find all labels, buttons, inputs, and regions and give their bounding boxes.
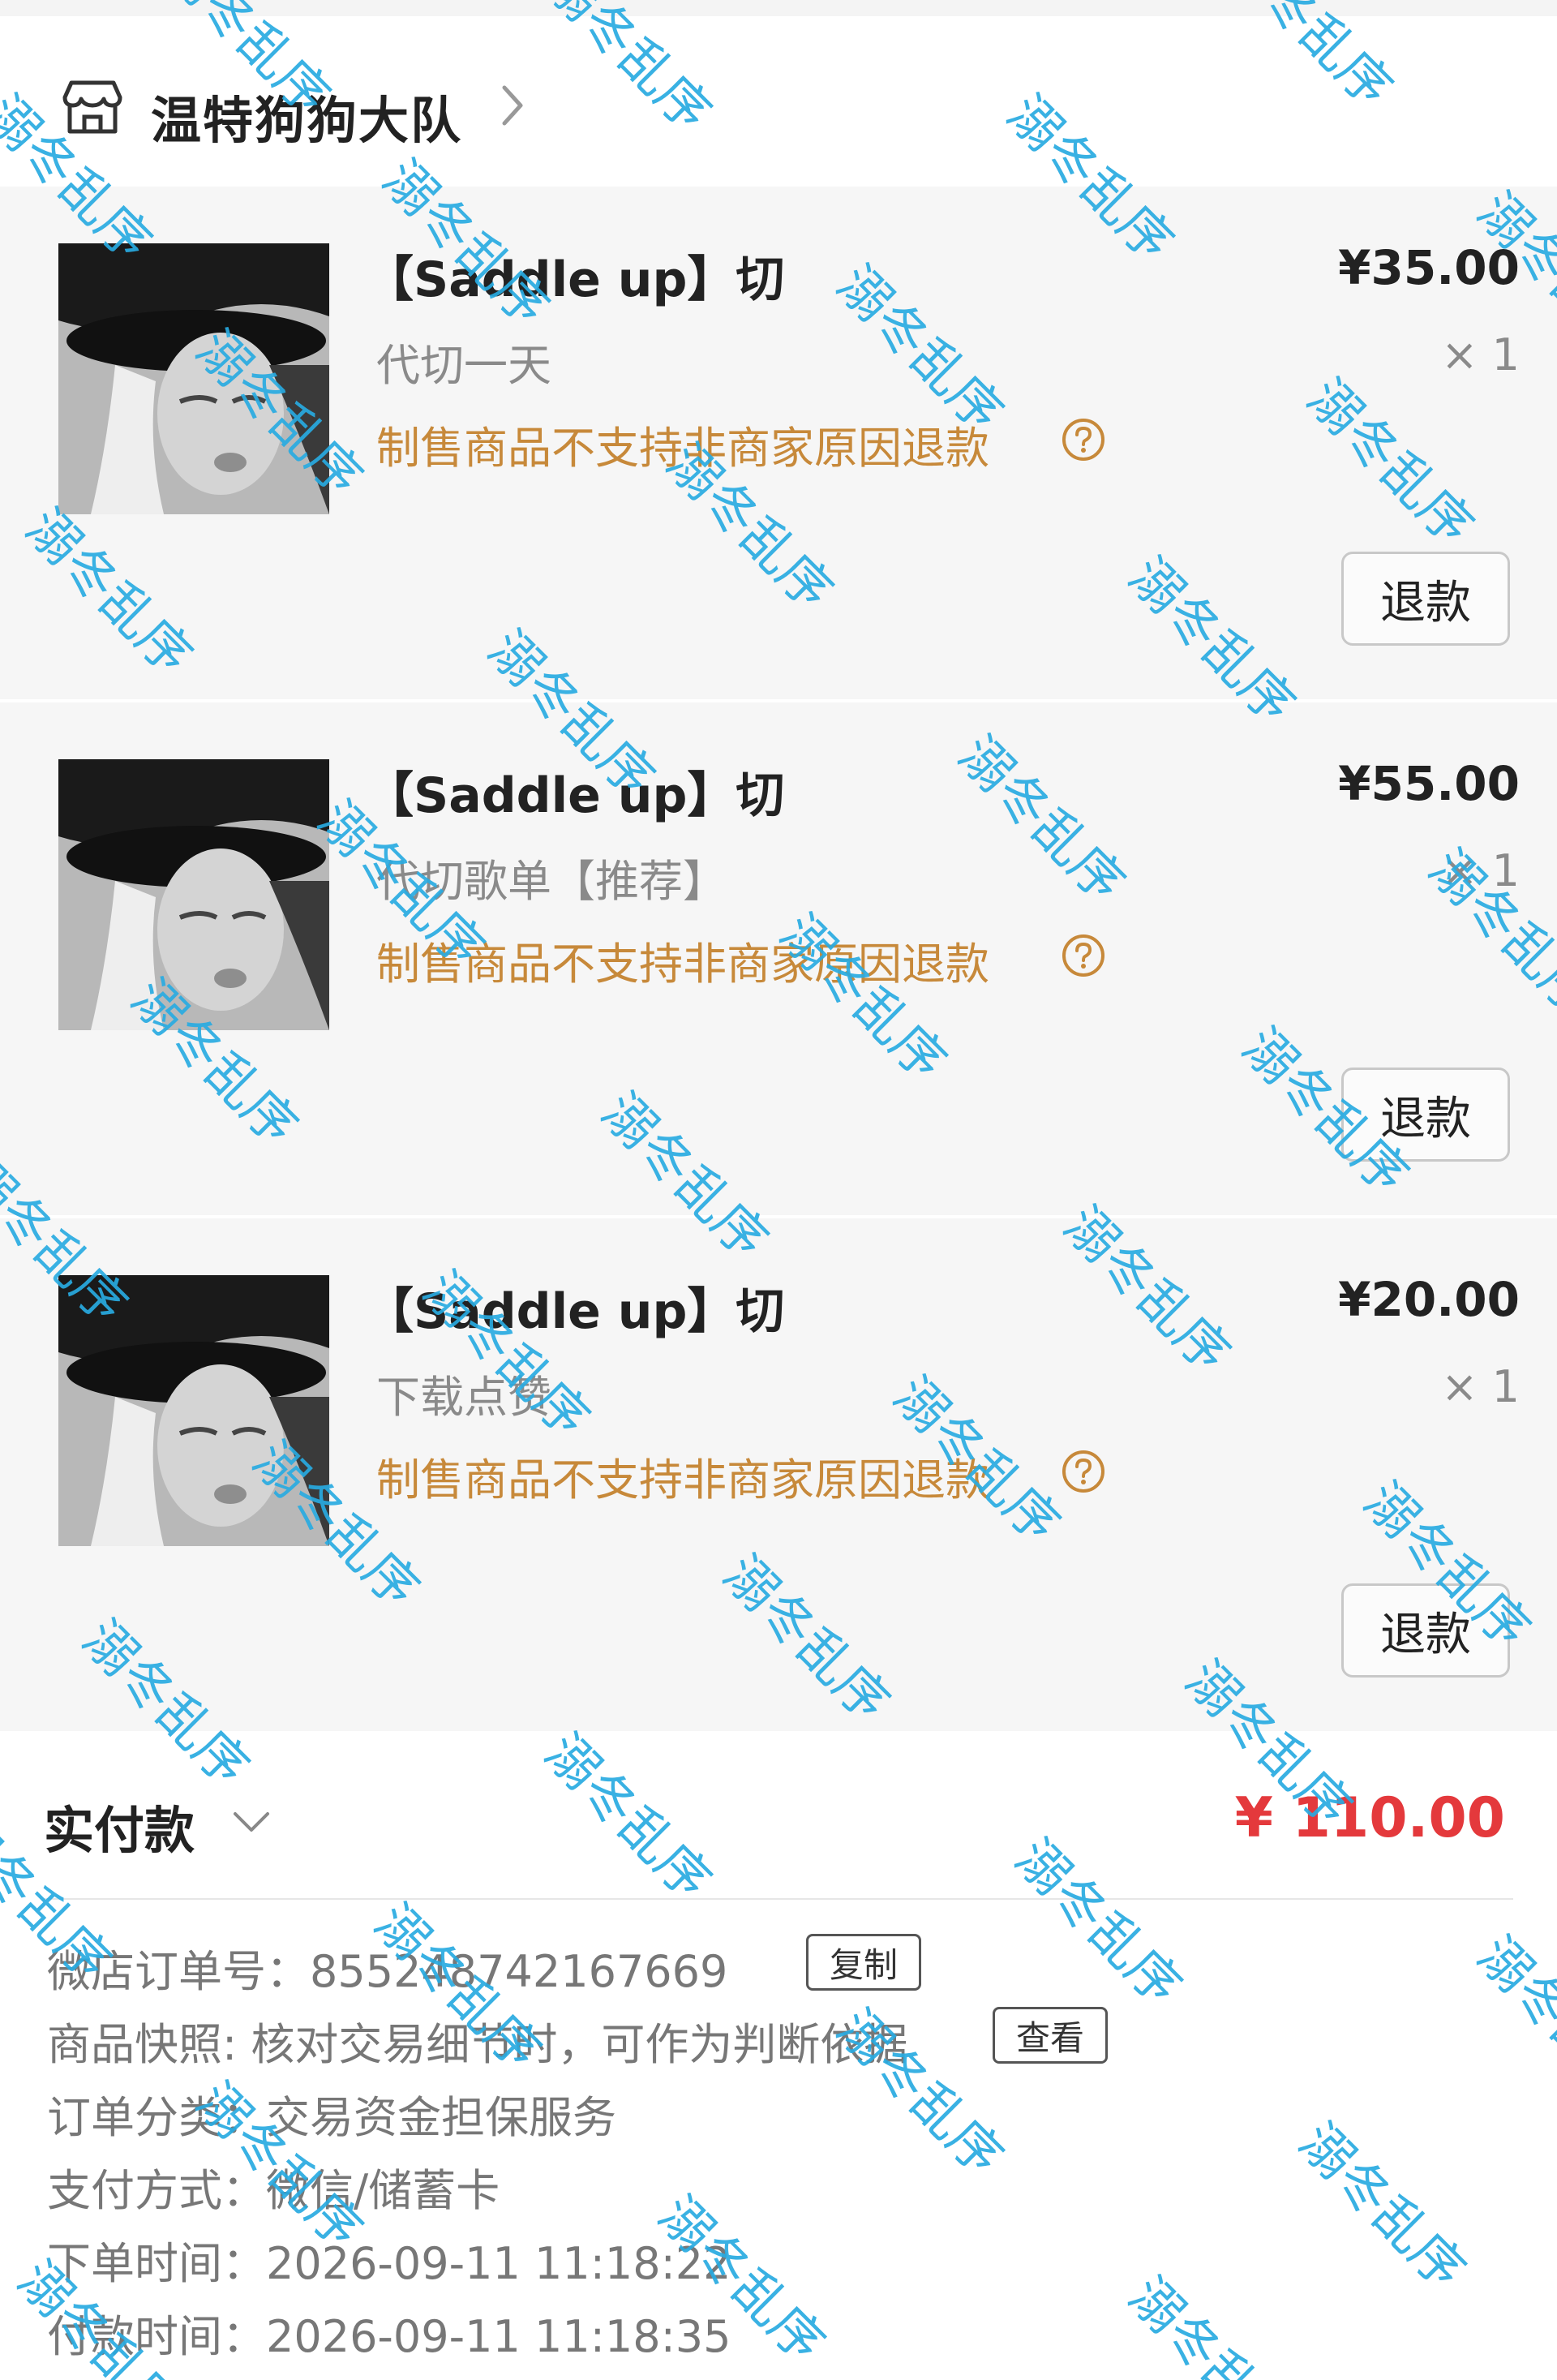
refund-button[interactable]: 退款	[1341, 1583, 1510, 1678]
order-created-time: 下单时间：2026-09-11 11:18:22	[47, 2238, 731, 2289]
shop-header[interactable]: 温特狗狗大队	[0, 16, 1557, 187]
watermark-text: 溺冬乱序	[1465, 1925, 1557, 2115]
product-photo-icon	[58, 759, 329, 1030]
order-item[interactable]: 【Saddle up】切 ¥20.00 下载点赞 × 1 制售商品不支持非商家原…	[0, 1218, 1557, 1731]
paid-amount-value: ¥ 110.00	[1234, 1786, 1505, 1850]
payment-method: 支付方式：微信/储蓄卡	[47, 2165, 500, 2216]
product-photo-icon	[58, 243, 329, 514]
top-strip	[0, 0, 1557, 16]
product-quantity: × 1	[1441, 845, 1520, 896]
product-snapshot-info: 商品快照: 核对交易细节时，可作为判断依据	[47, 2019, 908, 2070]
view-snapshot-button[interactable]: 查看	[993, 2007, 1108, 2064]
product-variant: 代切一天	[376, 340, 551, 391]
refund-policy-notice: 制售商品不支持非商家原因退款	[376, 1454, 989, 1506]
product-title[interactable]: 【Saddle up】切	[365, 1272, 784, 1343]
product-variant: 下载点赞	[376, 1372, 551, 1423]
chevron-down-icon[interactable]	[229, 1804, 274, 1840]
refund-button[interactable]: 退款	[1341, 552, 1510, 646]
watermark-text: 溺冬乱序	[1117, 2266, 1306, 2380]
product-title[interactable]: 【Saddle up】切	[365, 756, 784, 827]
chevron-right-icon	[502, 85, 523, 126]
help-circle-icon[interactable]	[1061, 1449, 1106, 1494]
refund-policy-notice: 制售商品不支持非商家原因退款	[376, 423, 989, 474]
product-price: ¥20.00	[1338, 1272, 1520, 1327]
order-item[interactable]: 【Saddle up】切 ¥55.00 代切歌单【推荐】 × 1 制售商品不支持…	[0, 702, 1557, 1215]
order-item[interactable]: 【Saddle up】切 ¥35.00 代切一天 × 1 制售商品不支持非商家原…	[0, 187, 1557, 699]
order-category: 订单分类：交易资金担保服务	[47, 2092, 616, 2143]
divider	[44, 1898, 1513, 1900]
refund-policy-notice: 制售商品不支持非商家原因退款	[376, 939, 989, 990]
product-variant: 代切歌单【推荐】	[376, 856, 727, 907]
product-price: ¥35.00	[1338, 240, 1520, 295]
shop-name[interactable]: 温特狗狗大队	[151, 79, 462, 153]
refund-button[interactable]: 退款	[1341, 1068, 1510, 1162]
help-circle-icon[interactable]	[1061, 933, 1106, 978]
product-quantity: × 1	[1441, 1361, 1520, 1412]
product-price: ¥55.00	[1338, 756, 1520, 811]
order-number: 微店订单号：855248742167669	[47, 1946, 728, 1997]
store-icon	[62, 80, 122, 134]
product-photo-icon	[58, 1275, 329, 1546]
order-paid-time: 付款时间：2026-09-11 11:18:35	[47, 2311, 731, 2362]
help-circle-icon[interactable]	[1061, 417, 1106, 462]
copy-order-number-button[interactable]: 复制	[806, 1934, 921, 1991]
product-thumbnail[interactable]	[58, 759, 329, 1030]
product-thumbnail[interactable]	[58, 243, 329, 514]
product-thumbnail[interactable]	[58, 1275, 329, 1546]
watermark-text: 溺冬乱序	[1287, 2111, 1477, 2301]
order-detail-page: 温特狗狗大队 【Saddle up】切 ¥35.00 代切一天 × 1 制售商品…	[0, 0, 1557, 2380]
product-title[interactable]: 【Saddle up】切	[365, 240, 784, 311]
product-quantity: × 1	[1441, 329, 1520, 380]
paid-amount-label: 实付款	[44, 1801, 195, 1860]
paid-amount-row[interactable]: 实付款 ¥ 110.00	[0, 1736, 1557, 1898]
